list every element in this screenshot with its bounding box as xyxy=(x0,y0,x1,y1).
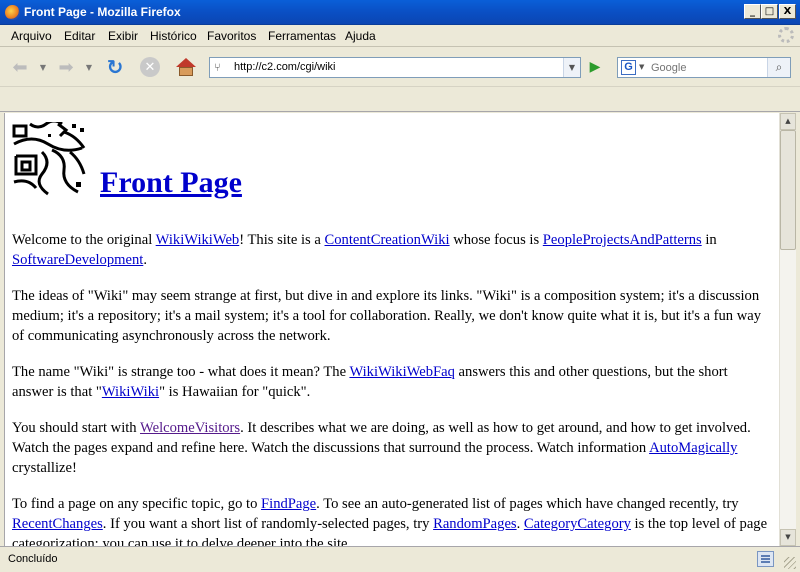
wiki-page: Front Page Welcome to the original WikiW… xyxy=(5,122,772,546)
url-text[interactable]: http://c2.com/cgi/wiki xyxy=(234,61,335,73)
paragraph: You should start with WelcomeVisitors. I… xyxy=(12,418,772,478)
wiki-link[interactable]: RandomPages xyxy=(433,516,517,532)
page-title-link[interactable]: Front Page xyxy=(100,166,242,199)
wiki-link[interactable]: WelcomeVisitors xyxy=(140,420,240,436)
address-bar[interactable]: ⑂ http://c2.com/cgi/wiki ▼ xyxy=(209,57,581,78)
back-arrow-icon[interactable]: ⬅ xyxy=(9,56,31,78)
menu-ferramentas[interactable]: Ferramentas xyxy=(268,29,336,43)
stop-icon[interactable]: ✕ xyxy=(140,57,160,77)
minimize-button[interactable]: _ xyxy=(744,4,761,19)
paragraph: Welcome to the original WikiWikiWeb! Thi… xyxy=(12,230,772,270)
page-viewport[interactable]: Front Page Welcome to the original WikiW… xyxy=(4,113,779,546)
wiki-link[interactable]: FindPage xyxy=(261,496,316,512)
paragraph-text: . xyxy=(516,516,524,532)
close-button[interactable]: X xyxy=(779,4,796,19)
status-text: Concluído xyxy=(8,553,58,565)
site-favicon-icon: ⑂ xyxy=(214,61,221,74)
google-engine-icon[interactable]: G xyxy=(621,60,636,75)
menu-bar: Arquivo Editar Exibir Histórico Favorito… xyxy=(0,25,800,47)
magnifier-icon[interactable]: ⌕ xyxy=(767,58,790,77)
wiki-link[interactable]: WikiWikiWeb xyxy=(156,232,240,248)
scroll-down-icon[interactable]: ▼ xyxy=(780,529,796,546)
wiki-link[interactable]: WikiWiki xyxy=(102,384,159,400)
page-body: Welcome to the original WikiWikiWeb! Thi… xyxy=(12,230,772,546)
throbber-icon xyxy=(778,27,794,43)
paragraph-text: You should start with xyxy=(12,420,140,436)
paragraph-text: The name "Wiki" is strange too - what do… xyxy=(12,364,350,380)
page-info-icon[interactable] xyxy=(757,551,774,567)
bookmarks-toolbar xyxy=(0,87,800,112)
menu-editar[interactable]: Editar xyxy=(64,29,95,43)
paragraph: The ideas of "Wiki" may seem strange at … xyxy=(12,286,772,346)
resize-grip-icon[interactable] xyxy=(784,557,796,569)
paragraph-text: in xyxy=(701,232,717,248)
paragraph-text: . If you want a short list of randomly-s… xyxy=(102,516,434,532)
vertical-scrollbar[interactable]: ▲ ▼ xyxy=(779,113,796,546)
maximize-button[interactable]: □ xyxy=(761,4,778,19)
go-arrow-icon[interactable]: ▶ xyxy=(585,57,605,77)
menu-exibir[interactable]: Exibir xyxy=(108,29,138,43)
paragraph: The name "Wiki" is strange too - what do… xyxy=(12,362,772,402)
paragraph-text: Welcome to the original xyxy=(12,232,156,248)
scroll-up-icon[interactable]: ▲ xyxy=(780,113,796,130)
back-history-dropdown-icon[interactable]: ▼ xyxy=(38,56,48,78)
home-button[interactable] xyxy=(175,56,197,78)
wiki-link[interactable]: PeopleProjectsAndPatterns xyxy=(543,232,702,248)
search-bar: G ▼ ⌕ xyxy=(617,57,791,78)
paragraph-text: To find a page on any specific topic, go… xyxy=(12,496,262,512)
url-history-dropdown-icon[interactable]: ▼ xyxy=(563,58,580,77)
page-title: Front Page xyxy=(100,166,242,200)
paragraph-text: crystallize! xyxy=(12,460,77,476)
menu-historico[interactable]: Histórico xyxy=(150,29,197,43)
wiki-link[interactable]: RecentChanges xyxy=(12,516,103,532)
wiki-link[interactable]: WikiWikiWebFaq xyxy=(349,364,454,380)
page-header: Front Page xyxy=(12,122,772,199)
paragraph-text: . To see an auto-generated list of pages… xyxy=(316,496,739,512)
paragraph: To find a page on any specific topic, go… xyxy=(12,494,772,546)
wiki-link[interactable]: CategoryCategory xyxy=(524,516,631,532)
forward-arrow-icon[interactable]: ➡ xyxy=(55,56,77,78)
wiki-link[interactable]: ContentCreationWiki xyxy=(325,232,450,248)
search-input[interactable] xyxy=(651,58,766,77)
scroll-thumb[interactable] xyxy=(780,130,796,250)
paragraph-text: " is Hawaiian for "quick". xyxy=(159,384,311,400)
menu-favoritos[interactable]: Favoritos xyxy=(207,29,256,43)
home-icon xyxy=(176,58,196,76)
forward-history-dropdown-icon[interactable]: ▼ xyxy=(84,56,94,78)
window-title-bar[interactable]: Front Page - Mozilla Firefox _ □ X xyxy=(0,0,800,25)
firefox-icon xyxy=(5,5,20,20)
window-title: Front Page - Mozilla Firefox xyxy=(24,5,181,19)
paragraph-text: The ideas of "Wiki" may seem strange at … xyxy=(12,288,762,344)
menu-arquivo[interactable]: Arquivo xyxy=(11,29,52,43)
paragraph-text: whose focus is xyxy=(449,232,543,248)
wiki-link[interactable]: AutoMagically xyxy=(649,440,737,456)
paragraph-text: . xyxy=(143,252,147,268)
paragraph-text: ! This site is a xyxy=(239,232,325,248)
menu-ajuda[interactable]: Ajuda xyxy=(345,29,376,43)
status-bar: Concluído xyxy=(0,546,800,572)
wiki-link[interactable]: SoftwareDevelopment xyxy=(12,252,143,268)
wiki-logo[interactable] xyxy=(12,122,90,196)
reload-icon[interactable]: ↻ xyxy=(104,55,126,79)
engine-dropdown-icon[interactable]: ▼ xyxy=(639,63,644,71)
window-edge xyxy=(796,113,800,546)
